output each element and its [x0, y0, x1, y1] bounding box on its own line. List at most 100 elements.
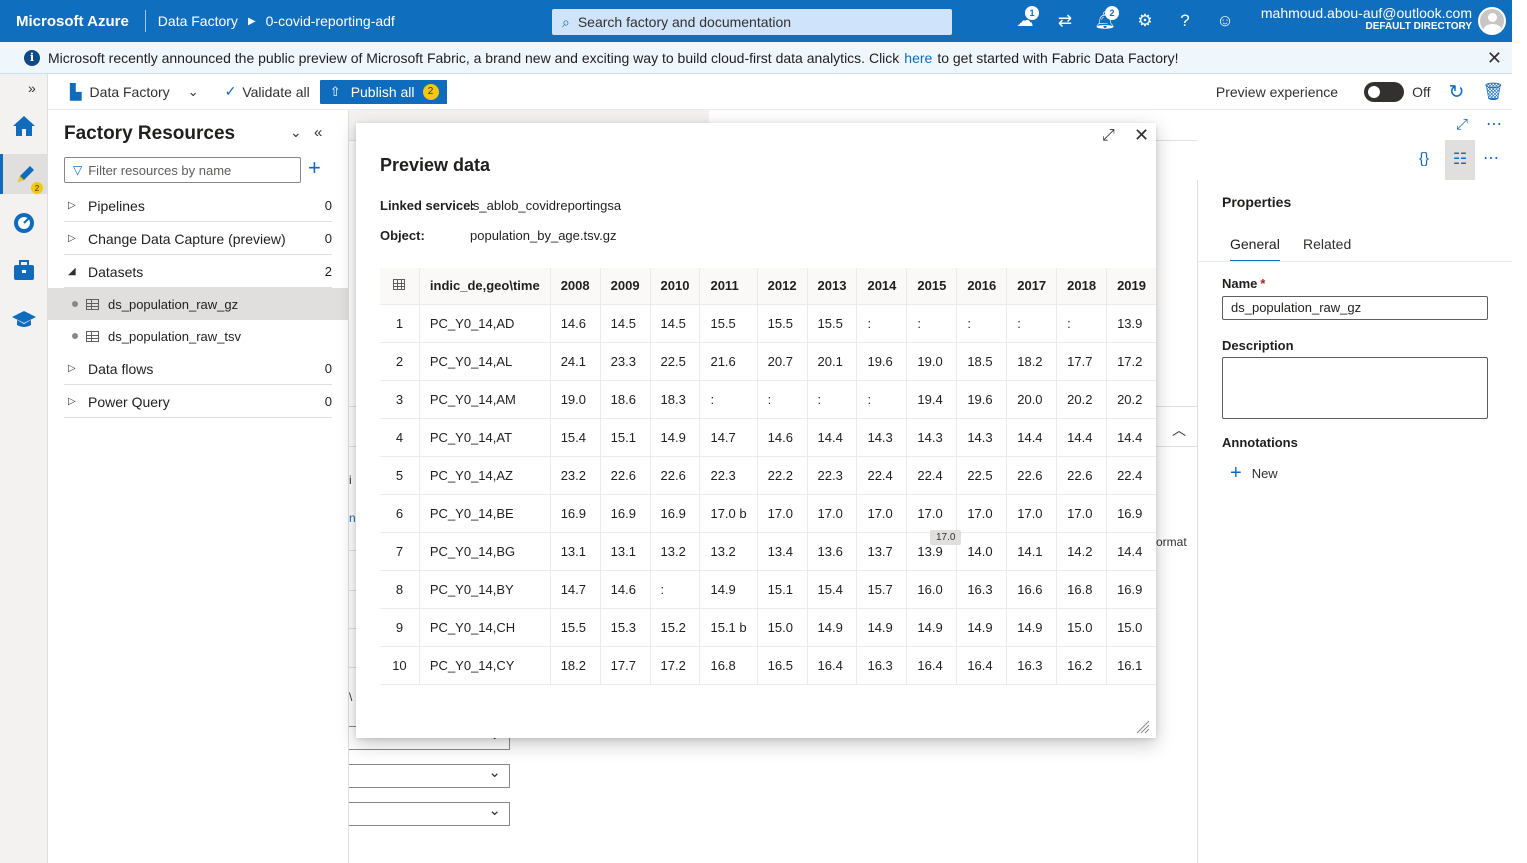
- data-factory-menu[interactable]: ▙ Data Factory ⌄: [48, 74, 209, 110]
- resize-handle-icon[interactable]: [1136, 720, 1150, 734]
- resource-group-data-flows[interactable]: ▷ Data flows 0: [64, 353, 332, 385]
- manage-icon[interactable]: [0, 251, 48, 291]
- editor-actions: {} ☷ ⋯: [1197, 140, 1512, 180]
- hidden-link-fragment[interactable]: n: [349, 511, 356, 525]
- table-cell: 14.4: [807, 418, 858, 457]
- switch-directory-icon[interactable]: ⇄: [1045, 0, 1085, 42]
- table-cell: :: [699, 380, 758, 419]
- column-header: 2018: [1056, 268, 1108, 305]
- table-cell: :: [1006, 304, 1058, 343]
- breadcrumb-factory[interactable]: 0-covid-reporting-adf: [266, 13, 395, 29]
- expand-rail-icon[interactable]: »: [28, 80, 36, 96]
- table-cell: 18.5: [956, 342, 1008, 381]
- updates-icon[interactable]: ☁ 1: [1005, 0, 1045, 42]
- author-icon[interactable]: 2: [0, 154, 48, 194]
- table-cell: 15.1: [600, 418, 651, 457]
- table-cell: 22.2: [757, 456, 808, 495]
- table-header-row: indic_de,geo\time 2008 2009 2010 2011 2012 201…: [380, 268, 1156, 305]
- table-row: 8 PC_Y0_14,BY 14.7 14.6:14.9 15.1 15.4 15.7 16.…: [380, 570, 1156, 609]
- add-resource-button[interactable]: +: [308, 155, 321, 181]
- name-field[interactable]: ds_population_raw_gz: [1222, 296, 1488, 320]
- table-cell: PC_Y0_14,AL: [419, 342, 551, 381]
- new-annotation-button[interactable]: + New: [1230, 462, 1278, 485]
- tab-related[interactable]: Related: [1303, 236, 1351, 260]
- validate-all-button[interactable]: ✓ Validate all: [209, 74, 320, 110]
- row-number-cell: 10: [380, 646, 420, 685]
- preview-experience-toggle[interactable]: [1364, 82, 1405, 102]
- resource-group-power-query[interactable]: ▷ Power Query 0: [64, 386, 332, 418]
- home-icon[interactable]: [0, 106, 48, 146]
- resource-group-label: Datasets: [88, 263, 144, 280]
- plus-icon: +: [1230, 462, 1242, 484]
- table-cell: 17.0: [757, 494, 808, 533]
- banner-close-icon[interactable]: ✕: [1487, 48, 1502, 69]
- monitor-icon[interactable]: [0, 203, 48, 243]
- escape-char-select[interactable]: [349, 801, 510, 826]
- collapse-all-icon[interactable]: ⌄: [290, 124, 302, 141]
- code-icon[interactable]: {}: [1419, 150, 1429, 167]
- hidden-field-fragment: i: [349, 473, 352, 487]
- search-input[interactable]: ⌕ Search factory and documentation: [552, 9, 952, 35]
- expand-dialog-icon[interactable]: ⤢: [1102, 127, 1115, 145]
- table-cell: 13.1: [550, 532, 601, 571]
- updates-badge: 1: [1025, 6, 1039, 20]
- table-cell: 18.2: [1006, 342, 1058, 381]
- properties-panel: Properties General Related Name * ds_popu…: [1197, 180, 1513, 863]
- row-number-cell: 4: [380, 418, 420, 457]
- dataset-item-raw-tsv[interactable]: ds_population_raw_tsv: [64, 320, 332, 352]
- table-cell: PC_Y0_14,BG: [419, 532, 551, 571]
- avatar[interactable]: [1478, 7, 1506, 35]
- properties-toggle-icon[interactable]: ☷: [1445, 140, 1475, 180]
- table-cell: 15.4: [807, 570, 858, 609]
- banner-link[interactable]: here: [904, 50, 932, 66]
- publish-all-label: Publish all: [350, 83, 415, 100]
- chevron-down-icon: ⌄: [187, 83, 199, 99]
- collapse-section-icon[interactable]: ︿: [1172, 420, 1186, 440]
- feedback-icon[interactable]: ☺: [1205, 0, 1245, 42]
- table-cell: PC_Y0_14,BE: [419, 494, 551, 533]
- table-cell: 18.2: [550, 646, 601, 685]
- notifications-icon[interactable]: 🔔︎ 2: [1085, 0, 1125, 42]
- row-number-cell: 3: [380, 380, 420, 419]
- actions-more-icon[interactable]: ⋯: [1483, 148, 1499, 168]
- azure-brand[interactable]: Microsoft Azure: [0, 13, 145, 30]
- help-icon[interactable]: ?: [1165, 0, 1205, 42]
- table-cell: 17.2: [1106, 342, 1156, 381]
- column-header: 2008: [550, 268, 601, 305]
- table-cell: 13.6: [807, 532, 858, 571]
- column-header: 2015: [906, 268, 958, 305]
- encoding-select[interactable]: [349, 763, 510, 788]
- close-dialog-icon[interactable]: ✕: [1134, 125, 1149, 146]
- maximize-editor-icon[interactable]: ⤢: [1456, 116, 1468, 133]
- dataset-item-raw-gz[interactable]: ds_population_raw_gz: [48, 288, 348, 320]
- tab-general[interactable]: General: [1230, 236, 1280, 262]
- user-account[interactable]: mahmoud.abou-auf@outlook.com DEFAULT DIR…: [1261, 5, 1472, 32]
- table-cell: 23.3: [600, 342, 651, 381]
- collapse-panel-icon[interactable]: «: [314, 124, 322, 141]
- learning-center-icon[interactable]: [0, 299, 48, 339]
- hidden-field-fragment: \: [349, 690, 353, 704]
- table-cell: 22.6: [1006, 456, 1058, 495]
- editor-more-icon[interactable]: ⋯: [1486, 114, 1502, 134]
- table-cell: 16.1: [1106, 646, 1156, 685]
- description-field[interactable]: [1222, 357, 1488, 419]
- refresh-icon[interactable]: ↻: [1448, 81, 1464, 104]
- left-rail: » 2: [0, 74, 48, 863]
- table-cell: :: [757, 380, 808, 419]
- table-cell: 16.9: [600, 494, 651, 533]
- filter-resources-input[interactable]: ▽ Filter resources by name: [64, 157, 301, 183]
- caret-down-icon: ◢: [68, 266, 76, 277]
- table-cell: 14.4: [1106, 418, 1156, 457]
- column-header: 2019: [1106, 268, 1156, 305]
- resource-group-datasets[interactable]: ◢ Datasets 2: [64, 256, 332, 288]
- breadcrumb-service[interactable]: Data Factory: [158, 13, 238, 29]
- row-number-cell: 5: [380, 456, 420, 495]
- publish-all-button[interactable]: ⇧ Publish all 2: [319, 79, 447, 104]
- settings-icon[interactable]: ⚙: [1125, 0, 1165, 42]
- table-cell: 16.4: [956, 646, 1008, 685]
- resource-group-pipelines[interactable]: ▷ Pipelines 0: [64, 190, 332, 222]
- discard-icon[interactable]: 🗑︎: [1482, 82, 1504, 102]
- table-cell: 23.2: [550, 456, 601, 495]
- table-cell: 16.3: [1006, 646, 1058, 685]
- resource-group-cdc[interactable]: ▷ Change Data Capture (preview) 0: [64, 223, 332, 255]
